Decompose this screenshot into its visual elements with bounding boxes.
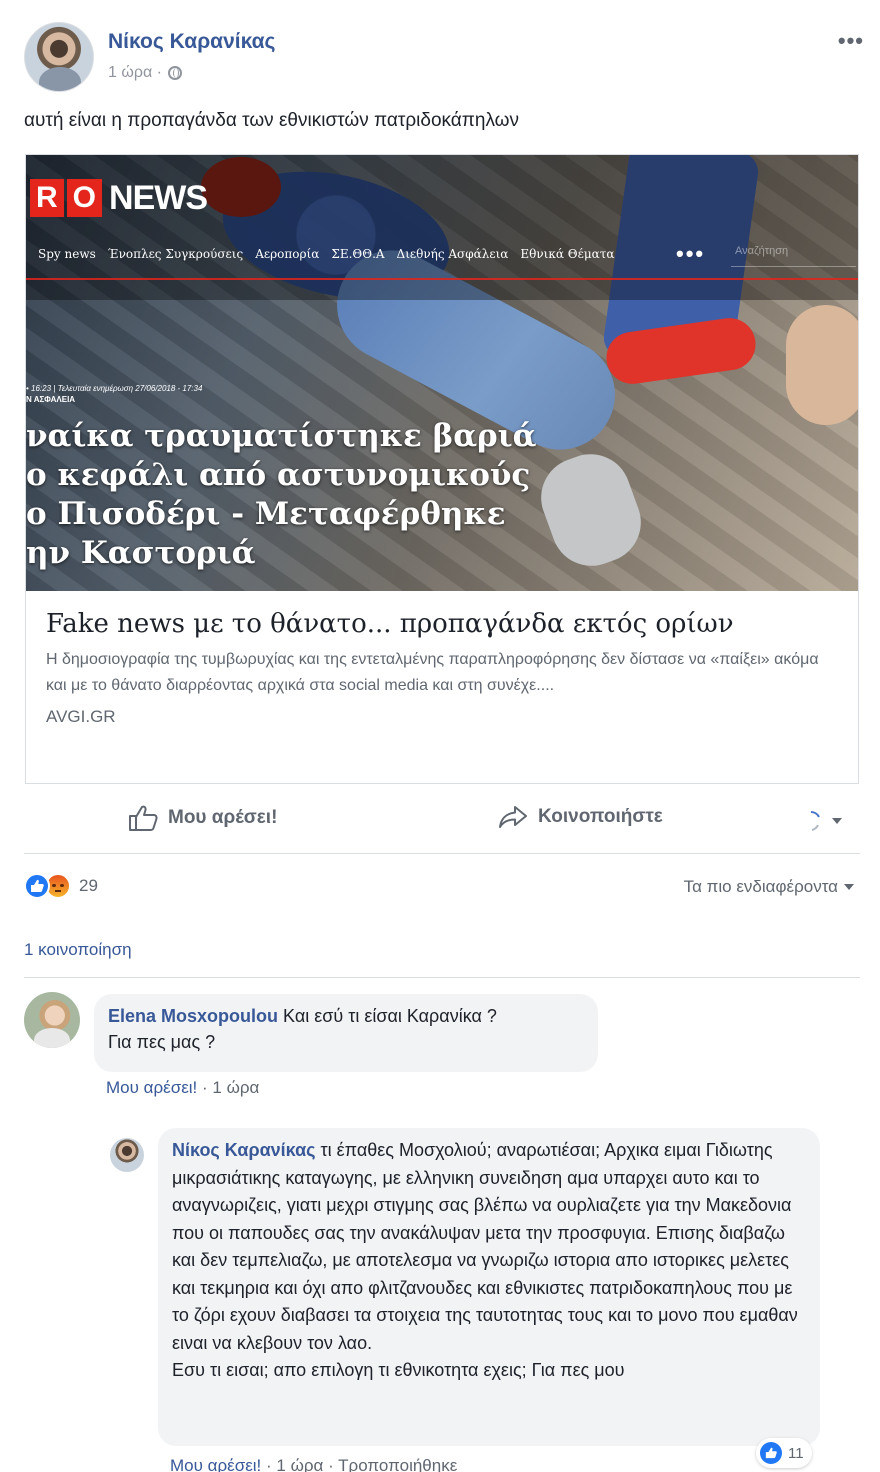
like-button[interactable]: Μου αρέσει!	[128, 804, 277, 832]
site-nav-item: Εθνικά Θέματα	[520, 247, 615, 261]
logo-letter-r: R	[30, 179, 64, 217]
reply-author[interactable]: Νίκος Καρανίκας	[172, 1140, 316, 1160]
audience-selector[interactable]	[800, 810, 842, 832]
reaction-summary[interactable]: 29	[24, 873, 98, 899]
site-nav-item: Αεροπορία	[255, 247, 320, 261]
share-button-label: Κοινοποιήστε	[538, 806, 663, 827]
link-description: Η δημοσιογραφία της τυμβωρυχίας και της …	[46, 651, 819, 694]
chevron-down-icon	[832, 818, 842, 824]
reply-time[interactable]: · 1 ώρα ·	[261, 1456, 338, 1472]
logo-word: NEWS	[109, 178, 208, 217]
ronews-logo: R O NEWS	[30, 178, 208, 217]
thumbs-up-icon	[129, 805, 158, 831]
site-nav-item: Διεθνής Ασφάλεια	[396, 247, 509, 261]
logo-letter-o: O	[66, 179, 103, 217]
link-preview-card[interactable]: R O NEWS Spy news Ένοπλες Συγκρούσεις Αε…	[25, 154, 859, 784]
comment-sort-dropdown[interactable]: Τα πιο ενδιαφέροντα	[684, 877, 854, 897]
link-domain: AVGI.GR	[46, 707, 116, 726]
author-avatar[interactable]	[24, 22, 94, 92]
reply-body-text: Αρχικα ειμαι Γιδιωτης μικρασιάτικης κατα…	[172, 1140, 798, 1353]
author-name[interactable]: Νίκος Καρανίκας	[108, 30, 275, 54]
link-preview-image[interactable]: R O NEWS Spy news Ένοπλες Συγκρούσεις Αε…	[26, 155, 858, 591]
chevron-down-icon	[844, 884, 854, 890]
reply-lead-text: τι έπαθες Μοσχολιού; αναρωτιέσαι;	[320, 1140, 601, 1160]
post-header: Νίκος Καρανίκας 1 ώρα · •••	[24, 22, 864, 92]
site-nav: Spy news Ένοπλες Συγκρούσεις Αεροπορία Σ…	[38, 247, 614, 261]
like-reaction-icon	[760, 1442, 782, 1464]
post-meta: 1 ώρα ·	[108, 64, 182, 82]
reply-last-line: Εσυ τι εισαι; απο επιλογη τι εθνικοτητα …	[172, 1360, 625, 1380]
share-arrow-icon	[499, 806, 527, 828]
link-preview-info[interactable]: Fake news με το θάνατο... προπαγάνδα εκτ…	[26, 591, 858, 783]
post-action-bar: Μου αρέσει! Κοινοποιήστε	[24, 796, 860, 846]
comment-author[interactable]: Elena Mosxopoulou	[108, 1006, 278, 1026]
reply-like-count: 11	[788, 1444, 804, 1462]
site-nav-item: Ένοπλες Συγκρούσεις	[107, 247, 244, 261]
article-headline: ναίκα τραυματίστηκε βαριά ο κεφάλι από α…	[26, 418, 537, 571]
share-button[interactable]: Κοινοποιήστε	[498, 804, 663, 830]
bystander-arm	[786, 305, 858, 425]
link-title[interactable]: Fake news με το θάνατο... προπαγάνδα εκτ…	[46, 609, 838, 639]
commenter-avatar[interactable]	[24, 992, 80, 1048]
comment-sort-label: Τα πιο ενδιαφέροντα	[683, 877, 838, 896]
header-divider	[26, 278, 858, 280]
comment-bubble: Elena Mosxopoulou Και εσύ τι είσαι Καραν…	[94, 994, 598, 1072]
divider	[24, 853, 860, 854]
reply-author-avatar[interactable]	[110, 1138, 144, 1172]
like-reaction-icon	[24, 873, 50, 899]
reply-like-link[interactable]: Μου αρέσει!	[170, 1456, 261, 1472]
article-meta: • 16:23 | Τελευταία ενημέρωση 27/06/2018…	[26, 384, 203, 393]
more-options-icon[interactable]: •••	[838, 28, 864, 54]
site-search-field: Αναζήτηση	[731, 245, 856, 267]
site-nav-item: Spy news	[38, 247, 96, 261]
reaction-count: 29	[79, 876, 98, 895]
reply-reaction-count[interactable]: 11	[756, 1438, 812, 1468]
article-category: Ν ΑΣΦΑΛΕΙΑ	[26, 395, 76, 404]
reply-edited-link[interactable]: Τροποποιήθηκε	[338, 1456, 457, 1472]
reply-actions: Μου αρέσει! · 1 ώρα · Τροποποιήθηκε	[170, 1456, 457, 1472]
post-time[interactable]: 1 ώρα ·	[108, 64, 162, 82]
like-button-label: Μου αρέσει!	[168, 807, 278, 828]
reply-bubble: Νίκος Καρανίκας τι έπαθες Μοσχολιού; ανα…	[158, 1128, 820, 1446]
comment-time[interactable]: · 1 ώρα	[197, 1078, 259, 1097]
comment-actions: Μου αρέσει! · 1 ώρα	[106, 1078, 259, 1098]
site-more-icon: •••	[676, 241, 706, 266]
post-text: αυτή είναι η προπαγάνδα των εθνικιστών π…	[24, 110, 519, 131]
shares-count-link[interactable]: 1 κοινοποίηση	[24, 940, 132, 960]
comment-like-link[interactable]: Μου αρέσει!	[106, 1078, 197, 1097]
divider	[24, 977, 860, 978]
site-nav-item: ΣΕ.ΘΘ.Α	[331, 247, 385, 261]
globe-icon[interactable]	[167, 66, 182, 80]
loading-spinner-icon	[810, 811, 820, 831]
